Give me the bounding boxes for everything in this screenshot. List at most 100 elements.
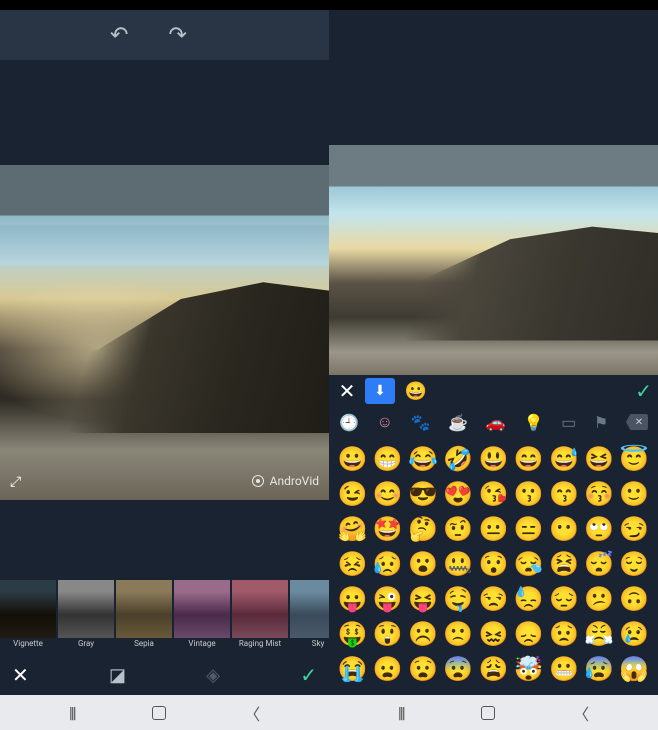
emoji-cell[interactable]: 😎 — [405, 476, 440, 511]
download-sticker-button[interactable]: ⬇ — [365, 378, 395, 404]
emoji-cell[interactable]: 😧 — [405, 651, 440, 686]
emoji-cell[interactable]: 🙃 — [617, 581, 652, 616]
emoji-cell[interactable]: 😭 — [335, 651, 370, 686]
emoji-cell[interactable]: 😂 — [405, 441, 440, 476]
emoji-cell[interactable]: 😃 — [476, 441, 511, 476]
video-preview[interactable]: ⤢ AndroVid — [0, 165, 329, 500]
emoji-cell[interactable]: 😩 — [476, 651, 511, 686]
filters-strip[interactable]: Vignette Gray Sepia Vintage Raging Mist … — [0, 580, 329, 650]
emoji-cell[interactable]: 😐 — [476, 511, 511, 546]
emoji-cell[interactable]: 🤐 — [441, 546, 476, 581]
emoji-cell[interactable]: 😔 — [546, 581, 581, 616]
emoji-cell[interactable]: 😫 — [546, 546, 581, 581]
category-flags-icon[interactable]: ⚑ — [594, 413, 608, 432]
emoji-cell[interactable]: 🤯 — [511, 651, 546, 686]
nav-back-icon[interactable]: 〈 — [244, 701, 260, 725]
close-icon[interactable]: ✕ — [335, 379, 359, 403]
emoji-cell[interactable]: 😰 — [582, 651, 617, 686]
redo-icon[interactable]: ↷ — [168, 23, 186, 48]
emoji-cell[interactable]: 😉 — [335, 476, 370, 511]
emoji-cell[interactable]: 😴 — [582, 546, 617, 581]
emoji-cell[interactable]: 🙁 — [441, 616, 476, 651]
category-animals-icon[interactable]: 🐾 — [411, 413, 431, 432]
undo-icon[interactable]: ↶ — [110, 23, 128, 48]
category-activity-icon[interactable]: 💡 — [523, 413, 543, 432]
video-preview-right[interactable] — [329, 145, 658, 375]
emoji-cell[interactable]: 😏 — [617, 511, 652, 546]
confirm-icon[interactable]: ✓ — [635, 379, 652, 403]
category-objects-icon[interactable]: ▭ — [561, 413, 576, 432]
emoji-cell[interactable]: 😛 — [335, 581, 370, 616]
emoji-cell[interactable]: 🙄 — [582, 511, 617, 546]
layers-icon[interactable]: ◈ — [206, 665, 220, 686]
emoji-cell[interactable]: 🤗 — [335, 511, 370, 546]
backspace-icon[interactable]: ✕ — [626, 414, 648, 430]
emoji-cell[interactable]: 😓 — [511, 581, 546, 616]
emoji-cell[interactable]: 🤑 — [335, 616, 370, 651]
category-travel-icon[interactable]: 🚗 — [486, 413, 506, 432]
nav-back-icon[interactable]: 〈 — [573, 701, 589, 725]
emoji-cell[interactable]: 😯 — [476, 546, 511, 581]
emoji-cell[interactable]: 😖 — [476, 616, 511, 651]
emoji-cell[interactable]: 😞 — [511, 616, 546, 651]
android-nav-bar: ||| 〈 — [0, 695, 329, 730]
filter-sky[interactable]: Sky — [290, 580, 329, 650]
nav-recents-icon[interactable]: ||| — [69, 703, 75, 722]
emoji-cell[interactable]: 😙 — [546, 476, 581, 511]
emoji-cell[interactable]: 🤣 — [441, 441, 476, 476]
filter-vignette[interactable]: Vignette — [0, 580, 56, 650]
emoji-cell[interactable]: ☹️ — [405, 616, 440, 651]
emoji-cell[interactable]: 😅 — [546, 441, 581, 476]
confirm-icon[interactable]: ✓ — [300, 663, 317, 687]
cancel-icon[interactable]: ✕ — [12, 663, 29, 687]
emoji-cell[interactable]: 😑 — [511, 511, 546, 546]
emoji-cell[interactable]: 😤 — [582, 616, 617, 651]
emoji-cell[interactable]: 😟 — [546, 616, 581, 651]
category-recent-icon[interactable]: 🕘 — [339, 413, 359, 432]
emoji-cell[interactable]: 😄 — [511, 441, 546, 476]
category-food-icon[interactable]: ☕ — [448, 413, 468, 432]
filter-label: Sepia — [116, 637, 172, 650]
emoji-cell[interactable]: 😢 — [617, 616, 652, 651]
emoji-tab-button[interactable]: 😀 — [401, 378, 431, 404]
emoji-cell[interactable]: 😦 — [370, 651, 405, 686]
emoji-cell[interactable]: 😍 — [441, 476, 476, 511]
emoji-cell[interactable]: 😬 — [546, 651, 581, 686]
emoji-cell[interactable]: 😗 — [511, 476, 546, 511]
expand-icon[interactable]: ⤢ — [10, 474, 21, 490]
emoji-cell[interactable]: 😨 — [441, 651, 476, 686]
emoji-cell[interactable]: 😘 — [476, 476, 511, 511]
nav-home-icon[interactable] — [481, 706, 495, 720]
emoji-cell[interactable]: 😇 — [617, 441, 652, 476]
emoji-cell[interactable]: 😀 — [335, 441, 370, 476]
emoji-cell[interactable]: 🤨 — [441, 511, 476, 546]
emoji-cell[interactable]: 😜 — [370, 581, 405, 616]
emoji-cell[interactable]: 😁 — [370, 441, 405, 476]
emoji-cell[interactable]: 😆 — [582, 441, 617, 476]
emoji-cell[interactable]: 🙂 — [617, 476, 652, 511]
emoji-cell[interactable]: 😌 — [617, 546, 652, 581]
emoji-cell[interactable]: 😮 — [405, 546, 440, 581]
emoji-cell[interactable]: 😶 — [546, 511, 581, 546]
emoji-cell[interactable]: 😪 — [511, 546, 546, 581]
emoji-cell[interactable]: 😣 — [335, 546, 370, 581]
emoji-cell[interactable]: 😊 — [370, 476, 405, 511]
emoji-cell[interactable]: 🤩 — [370, 511, 405, 546]
nav-home-icon[interactable] — [152, 706, 166, 720]
emoji-cell[interactable]: 😚 — [582, 476, 617, 511]
emoji-cell[interactable]: 😕 — [582, 581, 617, 616]
category-smileys-icon[interactable]: ☺ — [377, 412, 393, 432]
emoji-cell[interactable]: 😱 — [617, 651, 652, 686]
emoji-cell[interactable]: 😲 — [370, 616, 405, 651]
emoji-cell[interactable]: 🤔 — [405, 511, 440, 546]
filter-gray[interactable]: Gray — [58, 580, 114, 650]
compare-icon[interactable]: ◪ — [109, 665, 126, 686]
filter-raging-mist[interactable]: Raging Mist — [232, 580, 288, 650]
nav-recents-icon[interactable]: ||| — [398, 703, 404, 722]
emoji-cell[interactable]: 😝 — [405, 581, 440, 616]
filter-vintage[interactable]: Vintage — [174, 580, 230, 650]
emoji-cell[interactable]: 😒 — [476, 581, 511, 616]
filter-sepia[interactable]: Sepia — [116, 580, 172, 650]
emoji-cell[interactable]: 😥 — [370, 546, 405, 581]
emoji-cell[interactable]: 🤤 — [441, 581, 476, 616]
